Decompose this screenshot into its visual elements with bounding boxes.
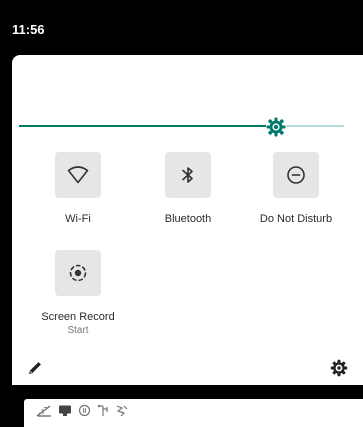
tile-screen-record-sublabel: Start	[67, 325, 89, 336]
debug-icon	[116, 405, 128, 417]
brightness-track-empty	[285, 125, 344, 127]
usb-icon	[97, 404, 108, 416]
tile-bluetooth[interactable]: Bluetooth	[133, 152, 243, 225]
tile-dnd-button[interactable]	[273, 152, 319, 198]
tile-wifi-button[interactable]	[55, 152, 101, 198]
wifi-icon	[67, 166, 89, 184]
notification-strip[interactable]	[24, 399, 363, 427]
tile-bluetooth-button[interactable]	[165, 152, 211, 198]
tile-screen-record-button[interactable]	[55, 250, 101, 296]
status-time: 11:56	[12, 22, 45, 37]
brightness-track-filled	[19, 125, 266, 127]
brightness-slider[interactable]	[19, 117, 344, 137]
brightness-icon	[266, 117, 286, 137]
signal-icon	[36, 405, 51, 417]
tile-wifi-label: Wi-Fi	[65, 213, 91, 225]
tile-screen-record[interactable]: Screen Record Start	[23, 250, 133, 336]
gear-icon	[330, 359, 348, 377]
bluetooth-icon	[182, 167, 193, 183]
notification-icons	[36, 404, 129, 417]
do-not-disturb-icon	[287, 166, 305, 184]
tile-bluetooth-label: Bluetooth	[164, 213, 212, 225]
tile-do-not-disturb[interactable]: Do Not Disturb	[241, 152, 351, 225]
tile-wifi[interactable]: Wi-Fi	[23, 152, 133, 225]
record-icon	[78, 404, 91, 417]
settings-button[interactable]	[330, 359, 348, 377]
tile-screen-record-label: Screen Record	[41, 311, 115, 323]
monitor-icon	[59, 405, 71, 416]
edit-button[interactable]	[26, 359, 44, 377]
screen-record-icon	[69, 264, 87, 282]
status-bar: 11:56	[0, 0, 363, 56]
tile-dnd-label: Do Not Disturb	[259, 213, 333, 225]
brightness-thumb[interactable]	[266, 117, 286, 137]
pencil-icon	[29, 362, 41, 374]
